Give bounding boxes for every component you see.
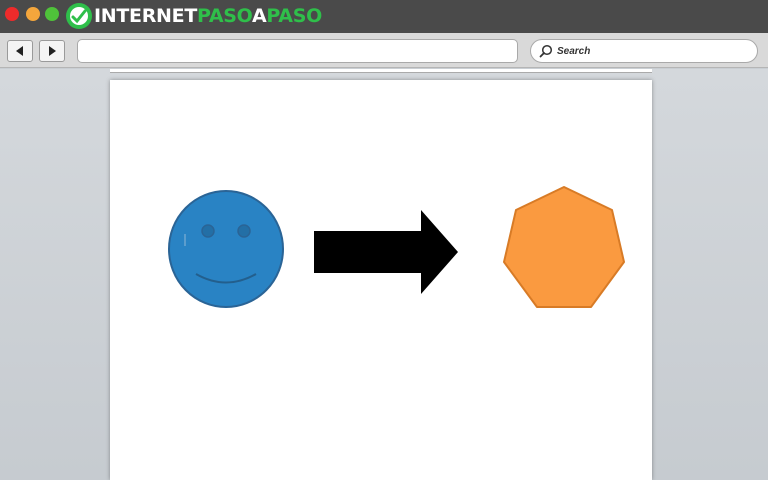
site-logo: INTERNETPASOAPASO: [66, 3, 322, 29]
maximize-window-button[interactable]: [45, 7, 59, 21]
search-placeholder: Search: [557, 45, 591, 57]
smiley-face-shape[interactable]: [167, 190, 285, 310]
back-button[interactable]: [7, 40, 33, 62]
search-icon: [539, 44, 553, 58]
browser-toolbar: Search: [0, 33, 768, 68]
document-page[interactable]: [110, 80, 652, 480]
address-bar[interactable]: [77, 39, 518, 63]
heptagon-shape[interactable]: [502, 185, 626, 311]
window-titlebar: INTERNETPASOAPASO: [0, 0, 768, 33]
minimize-window-button[interactable]: [26, 7, 40, 21]
right-arrow-shape[interactable]: [313, 209, 459, 295]
logo-mark-icon: [66, 3, 92, 29]
document-workspace: [0, 69, 768, 480]
back-arrow-icon: [16, 46, 23, 56]
forward-button[interactable]: [39, 40, 65, 62]
previous-page-edge: [110, 69, 652, 73]
logo-wordmark: INTERNETPASOAPASO: [94, 5, 322, 27]
search-input[interactable]: Search: [530, 39, 758, 63]
forward-arrow-icon: [49, 46, 56, 56]
close-window-button[interactable]: [5, 7, 19, 21]
